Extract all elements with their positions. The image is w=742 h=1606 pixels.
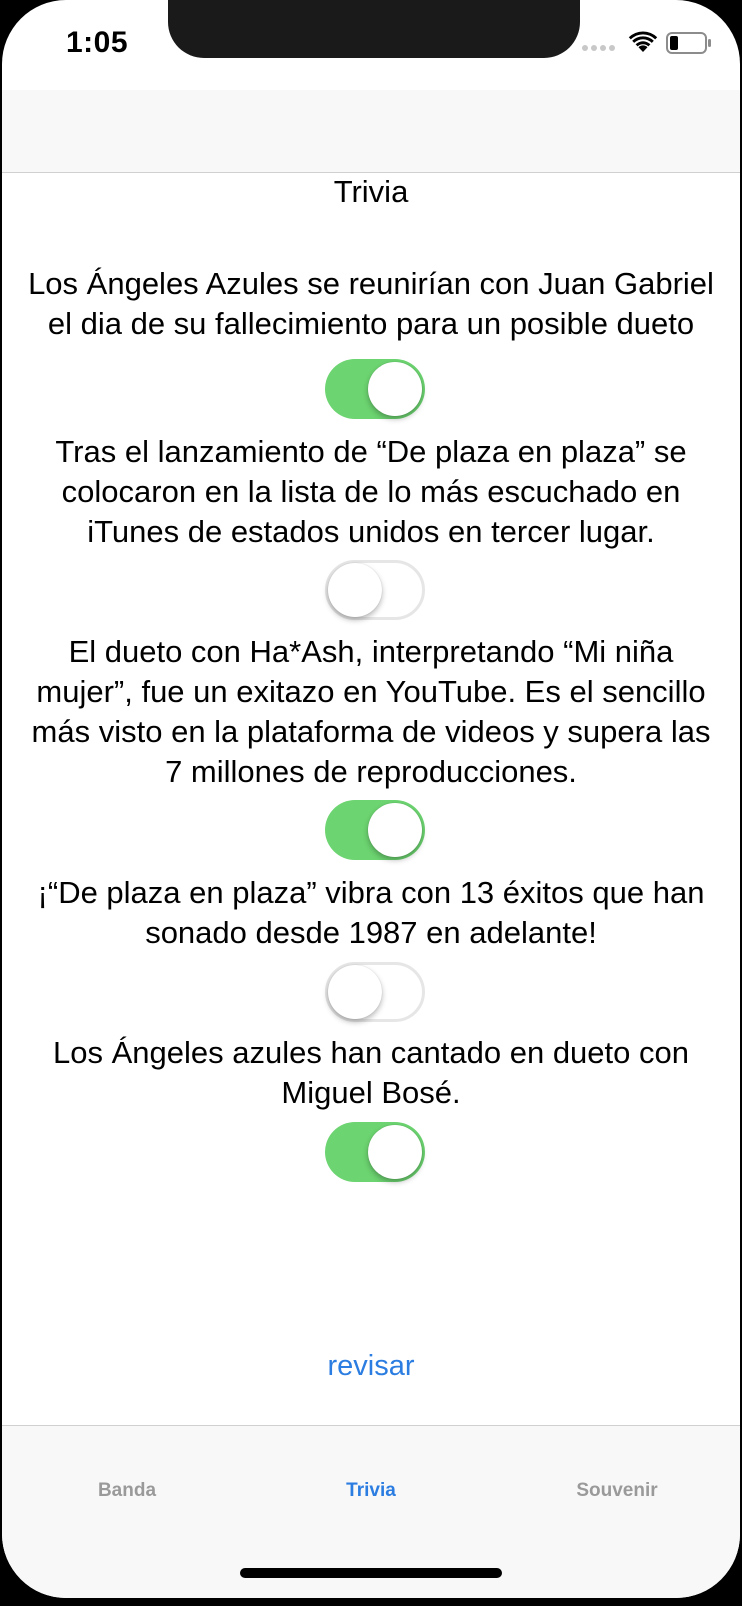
check-answers-button[interactable]: revisar	[2, 1350, 740, 1383]
question-line: Los Ángeles azules han cantado en dueto …	[53, 1035, 689, 1070]
cellular-signal-icon	[582, 45, 618, 53]
toggle-knob	[328, 563, 382, 617]
question-line: sonado desde 1987 en adelante!	[145, 915, 597, 950]
question-line: más visto en la plataforma de videos y s…	[31, 714, 711, 749]
answer-toggle[interactable]	[325, 1122, 425, 1182]
status-time: 1:05	[66, 26, 129, 59]
question-line: ¡“De plaza en plaza” vibra con 13 éxitos…	[37, 875, 705, 910]
toggle-knob	[368, 803, 422, 857]
navigation-bar	[2, 90, 740, 173]
question-line: El dueto con Ha*Ash, interpretando “Mi n…	[68, 634, 674, 669]
page-title: Trivia	[333, 174, 409, 209]
status-bar: 1:05	[2, 0, 740, 90]
question-line: 7 millones de reproducciones.	[165, 754, 577, 789]
question-line: Tras el lanzamiento de “De plaza en plaz…	[55, 434, 687, 469]
question-line: iTunes de estados unidos en tercer lugar…	[87, 514, 655, 549]
question-line: mujer”, fue un exitazo en YouTube. Es el…	[36, 674, 706, 709]
tab-trivia[interactable]: Trivia	[271, 1480, 471, 1502]
phone-frame: 1:05 Trivia Los Ángeles Azules se reunir	[0, 0, 742, 1606]
tab-banda[interactable]: Banda	[27, 1480, 227, 1502]
toggle-knob	[368, 362, 422, 416]
answer-toggle[interactable]	[325, 359, 425, 419]
question-line: colocaron en la lista de lo más escuchad…	[61, 474, 681, 509]
battery-icon	[666, 32, 711, 54]
trivia-question: ¡“De plaza en plaza” vibra con 13 éxitos…	[2, 873, 740, 953]
home-indicator	[240, 1568, 502, 1578]
answer-toggle[interactable]	[325, 560, 425, 620]
answer-toggle[interactable]	[325, 962, 425, 1022]
question-line: el dia de su fallecimiento para un posib…	[47, 306, 695, 341]
question-line: Los Ángeles Azules se reunirían con Juan…	[28, 266, 714, 301]
answer-toggle[interactable]	[325, 800, 425, 860]
trivia-question: El dueto con Ha*Ash, interpretando “Mi n…	[2, 632, 740, 792]
device-notch	[168, 0, 580, 58]
question-line: Miguel Bosé.	[281, 1075, 461, 1110]
trivia-question: Los Ángeles azules han cantado en dueto …	[2, 1033, 740, 1113]
wifi-icon	[628, 31, 658, 52]
toggle-knob	[328, 965, 382, 1019]
toggle-knob	[368, 1125, 422, 1179]
tab-souvenir[interactable]: Souvenir	[517, 1480, 717, 1502]
screen: 1:05 Trivia Los Ángeles Azules se reunir	[2, 0, 740, 1598]
trivia-question: Los Ángeles Azules se reunirían con Juan…	[2, 264, 740, 344]
trivia-question: Tras el lanzamiento de “De plaza en plaz…	[2, 432, 740, 552]
